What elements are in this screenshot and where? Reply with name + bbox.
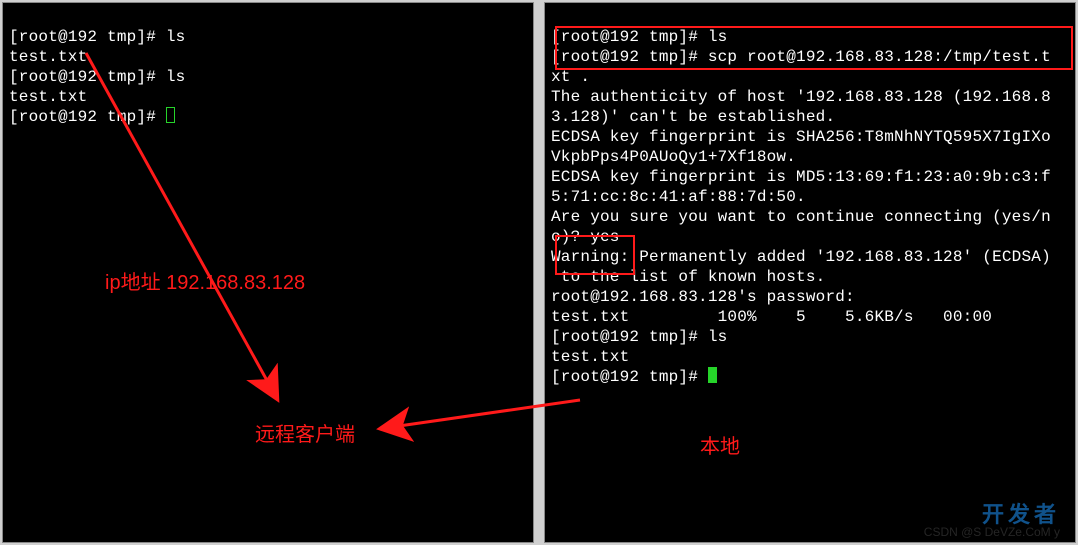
term-line: [root@192 tmp]# ls	[9, 28, 185, 46]
term-line: test.txt 100% 5 5.6KB/s 00:00	[551, 308, 992, 326]
term-line: test.txt	[9, 88, 87, 106]
term-line: 5:71:cc:8c:41:af:88:7d:50.	[551, 188, 806, 206]
term-line: The authenticity of host '192.168.83.128…	[551, 88, 1051, 106]
cursor-icon	[708, 367, 717, 383]
term-line: ECDSA key fingerprint is MD5:13:69:f1:23…	[551, 168, 1051, 186]
term-line: [root@192 tmp]#	[9, 108, 166, 126]
term-line: Warning: Permanently added '192.168.83.1…	[551, 248, 1051, 266]
term-line: 3.128)' can't be established.	[551, 108, 835, 126]
term-line: to the list of known hosts.	[551, 268, 825, 286]
terminal-left[interactable]: [root@192 tmp]# ls test.txt [root@192 tm…	[2, 2, 534, 543]
term-line: test.txt	[551, 348, 629, 366]
term-line: [root@192 tmp]#	[551, 368, 708, 386]
term-line: Are you sure you want to continue connec…	[551, 208, 1051, 226]
term-line: [root@192 tmp]# scp root@192.168.83.128:…	[551, 48, 1051, 66]
term-line: xt .	[551, 68, 590, 86]
cursor-icon	[166, 107, 175, 123]
term-line: [root@192 tmp]# ls	[551, 28, 727, 46]
terminal-right[interactable]: [root@192 tmp]# ls [root@192 tmp]# scp r…	[544, 2, 1076, 543]
term-line: test.txt	[9, 48, 87, 66]
term-line: root@192.168.83.128's password:	[551, 288, 855, 306]
term-line: [root@192 tmp]# ls	[551, 328, 727, 346]
terminal-right-content: [root@192 tmp]# ls [root@192 tmp]# scp r…	[545, 3, 1075, 411]
term-line: ECDSA key fingerprint is SHA256:T8mNhNYT…	[551, 128, 1051, 146]
term-line: VkpbPps4P0AUoQy1+7Xf18ow.	[551, 148, 796, 166]
term-line: [root@192 tmp]# ls	[9, 68, 185, 86]
terminal-left-content: [root@192 tmp]# ls test.txt [root@192 tm…	[3, 3, 533, 151]
term-line: o)? yes	[551, 228, 620, 246]
